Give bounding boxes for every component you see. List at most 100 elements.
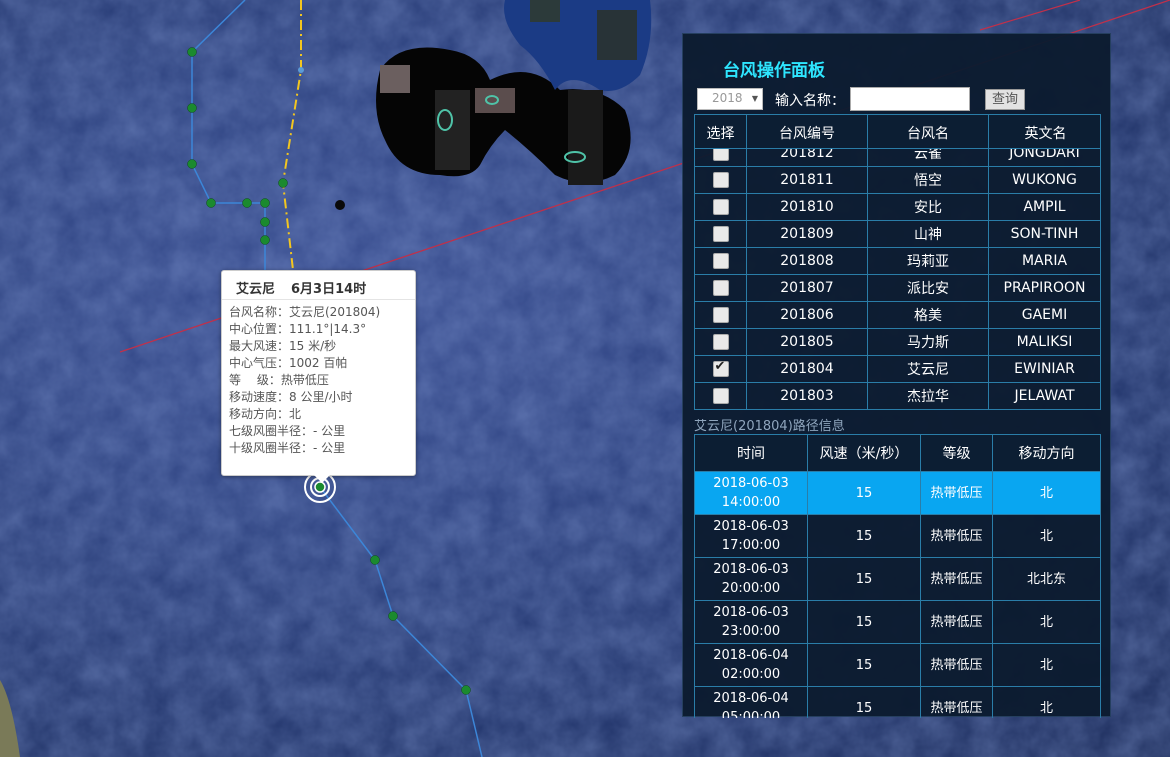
popup-line: 台风名称：艾云尼(201804) — [229, 305, 381, 319]
select-checkbox[interactable] — [712, 226, 729, 242]
typhoon-en-name: PRAPIROON — [988, 274, 1101, 302]
col-wind-speed: 风速（米/秒） — [807, 434, 921, 472]
typhoon-row[interactable]: 201802三巴Sanba — [694, 409, 1101, 410]
track-point[interactable] — [206, 198, 216, 208]
typhoon-row[interactable]: 201811 悟空 WUKONG — [694, 166, 1101, 194]
select-checkbox[interactable] — [712, 199, 729, 215]
path-row[interactable]: 2018-06-04 02:00:00 15 热带低压北 — [694, 643, 1101, 687]
typhoon-control-panel: 台风操作面板 2018 ▼ 输入名称： 查询 选择 台风编号 台风名 英文名 2… — [682, 33, 1111, 718]
select-cell[interactable] — [694, 355, 747, 383]
path-speed: 15 — [807, 643, 921, 687]
typhoon-row[interactable]: 201804艾云尼EWINIAR — [694, 355, 1101, 383]
path-level: 热带低压 — [920, 557, 993, 601]
select-checkbox[interactable] — [712, 253, 729, 269]
typhoon-cn-name: 云雀 — [867, 149, 989, 167]
path-row[interactable]: 2018-06-03 23:00:00 15 热带低压北 — [694, 600, 1101, 644]
typhoon-row[interactable]: 201809 山神 SON-TINH — [694, 220, 1101, 248]
typhoon-row[interactable]: 201803 杰拉华 JELAWAT — [694, 382, 1101, 410]
path-speed: 15 — [807, 514, 921, 558]
islet — [335, 200, 345, 210]
path-direction: 北 — [992, 514, 1101, 558]
path-clock: 05:00:00 — [721, 710, 781, 718]
name-input[interactable] — [850, 87, 970, 111]
track-point[interactable] — [260, 235, 270, 245]
track-point[interactable] — [278, 178, 288, 188]
select-cell[interactable] — [694, 382, 747, 410]
path-info-table[interactable]: 时间 风速（米/秒） 等级 移动方向 2018-06-03 14:00:00 15 热… — [694, 434, 1101, 718]
typhoon-row[interactable]: 201805 马力斯 MALIKSI — [694, 328, 1101, 356]
typhoon-row[interactable]: 201807 派比安 PRAPIROON — [694, 274, 1101, 302]
popup-pointer — [314, 475, 330, 483]
typhoon-en-name: AMPIL — [988, 193, 1101, 221]
typhoon-row[interactable]: 201812 云雀 JONGDARI — [694, 149, 1101, 167]
path-row[interactable]: 2018-06-03 17:00:00 15 热带低压北 — [694, 514, 1101, 558]
typhoon-cn-name: 玛莉亚 — [867, 247, 989, 275]
track-point[interactable] — [242, 198, 252, 208]
typhoon-id: 201806 — [746, 301, 868, 329]
path-level: 热带低压 — [920, 686, 993, 718]
track-point[interactable] — [187, 47, 197, 57]
path-clock: 23:00:00 — [721, 624, 781, 639]
select-cell[interactable] — [694, 274, 747, 302]
path-row[interactable]: 2018-06-03 14:00:00 15 热带低压北 — [694, 471, 1101, 515]
select-checkbox[interactable] — [712, 388, 729, 404]
select-checkbox[interactable] — [712, 359, 729, 377]
forecast-point[interactable] — [298, 67, 304, 73]
col-en-name: 英文名 — [1024, 125, 1067, 142]
select-cell[interactable] — [694, 301, 747, 329]
typhoon-id: 201802 — [746, 409, 868, 410]
path-time: 2018-06-03 17:00:00 — [694, 514, 808, 558]
popup-body: 台风名称：艾云尼(201804) 中心位置：111.1°|14.3° 最大风速：… — [222, 300, 415, 457]
typhoon-list-body[interactable]: 201812 云雀 JONGDARI 201811 悟空 WUKONG 201810 安比 AM… — [694, 149, 1101, 410]
select-checkbox[interactable] — [712, 280, 729, 296]
query-button[interactable]: 查询 — [985, 89, 1025, 110]
popup-typhoon-name: 艾云尼 — [236, 282, 276, 297]
col-id: 台风编号 — [746, 115, 868, 150]
path-date: 2018-06-03 — [713, 562, 789, 577]
typhoon-row[interactable]: 201808 玛莉亚 MARIA — [694, 247, 1101, 275]
typhoon-cn-name: 派比安 — [867, 274, 989, 302]
path-level: 热带低压 — [920, 643, 993, 687]
typhoon-id: 201810 — [746, 193, 868, 221]
track-point[interactable] — [461, 685, 471, 695]
track-point[interactable] — [187, 159, 197, 169]
track-point[interactable] — [260, 198, 270, 208]
path-row[interactable]: 2018-06-04 05:00:00 15 热带低压北 — [694, 686, 1101, 718]
select-cell[interactable] — [694, 149, 747, 167]
year-select[interactable]: 2018 ▼ — [697, 88, 763, 110]
select-cell[interactable] — [694, 409, 747, 410]
typhoon-row[interactable]: 201806 格美 GAEMI — [694, 301, 1101, 329]
path-row[interactable]: 2018-06-03 20:00:00 15 热带低压 北北东 — [694, 557, 1101, 601]
select-cell[interactable] — [694, 166, 747, 194]
path-direction: 北 — [992, 643, 1101, 687]
select-checkbox[interactable] — [712, 307, 729, 323]
track-point[interactable] — [370, 555, 380, 565]
select-cell[interactable] — [694, 328, 747, 356]
path-clock: 14:00:00 — [721, 495, 781, 510]
path-date: 2018-06-03 — [713, 476, 789, 491]
typhoon-cn-name: 悟空 — [867, 166, 989, 194]
popup-line: 十级风圈半径：- 公里 — [229, 441, 346, 455]
select-cell[interactable] — [694, 193, 747, 221]
typhoon-id: 201809 — [746, 220, 868, 248]
popup-line: 中心位置：111.1°|14.3° — [229, 322, 367, 336]
col-time: 时间 — [694, 434, 808, 472]
path-time: 2018-06-03 14:00:00 — [694, 471, 808, 515]
popup-time: 6月3日14时 — [291, 282, 367, 297]
select-cell[interactable] — [694, 247, 747, 275]
track-point[interactable] — [187, 103, 197, 113]
select-cell[interactable] — [694, 220, 747, 248]
path-date: 2018-06-03 — [713, 519, 789, 534]
col-direction: 移动方向 — [992, 434, 1101, 472]
select-checkbox[interactable] — [712, 149, 729, 161]
path-clock: 20:00:00 — [721, 581, 781, 596]
popup-line: 最大风速：15 米/秒 — [229, 339, 337, 353]
select-checkbox[interactable] — [712, 172, 729, 188]
typhoon-en-name: WUKONG — [988, 166, 1101, 194]
typhoon-row[interactable]: 201810 安比 AMPIL — [694, 193, 1101, 221]
select-checkbox[interactable] — [712, 334, 729, 350]
track-point[interactable] — [388, 611, 398, 621]
path-time: 2018-06-04 05:00:00 — [694, 686, 808, 718]
track-point[interactable] — [260, 217, 270, 227]
typhoon-list[interactable]: 选择 台风编号 台风名 英文名 201812 云雀 JONGDARI 201811 悟空… — [694, 114, 1101, 410]
